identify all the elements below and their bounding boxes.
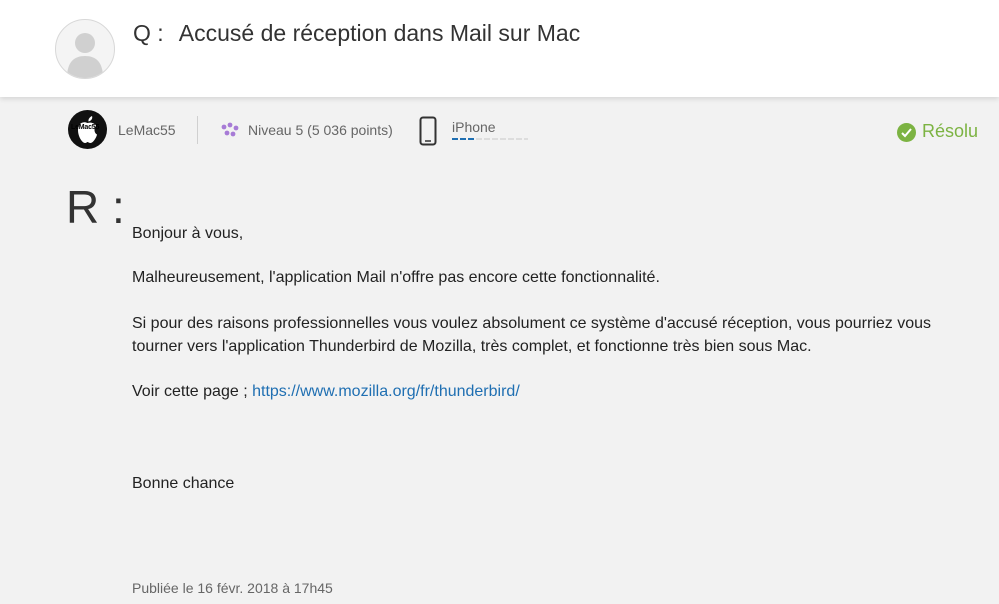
answer-closing: Bonne chance xyxy=(132,475,235,492)
level-label: Niveau 5 xyxy=(248,122,304,138)
link-intro: Voir cette page ; xyxy=(132,383,248,400)
default-user-icon xyxy=(67,33,103,78)
answer-paragraph: Si pour des raisons professionnelles vou… xyxy=(132,315,932,355)
iphone-icon xyxy=(419,116,437,146)
device-label: iPhone xyxy=(452,119,496,135)
question-header: Q : Accusé de réception dans Mail sur Ma… xyxy=(0,0,999,97)
question-prefix: Q : xyxy=(133,20,164,46)
author-name[interactable]: LeMac55 xyxy=(118,122,176,138)
thunderbird-link[interactable]: https://www.mozilla.org/fr/thunderbird/ xyxy=(252,383,520,400)
asker-avatar[interactable] xyxy=(55,19,115,79)
author-avatar[interactable]: LeMac55 xyxy=(68,110,107,149)
answer-greeting: Bonjour à vous, xyxy=(132,225,244,242)
question-title-text: Accusé de réception dans Mail sur Mac xyxy=(178,20,581,46)
resolved-label: Résolu xyxy=(922,121,979,141)
check-circle-icon xyxy=(897,123,916,142)
answer-prefix: R : xyxy=(66,181,125,233)
avatar-caption: LeMac55 xyxy=(71,124,100,131)
question-title: Q : Accusé de réception dans Mail sur Ma… xyxy=(133,20,580,47)
level-dots-icon xyxy=(221,122,239,137)
points-label: (5 036 points) xyxy=(307,122,393,138)
author-info-row: LeMac55 LeMac55 Niveau 5 (5 036 points) … xyxy=(0,110,999,150)
answer-link-paragraph: Voir cette page ; https://www.mozilla.or… xyxy=(132,380,520,403)
level-text: Niveau 5 (5 036 points) xyxy=(248,122,393,138)
device-progress-bar xyxy=(452,138,528,140)
divider xyxy=(197,116,198,144)
published-date: Publiée le 16 févr. 2018 à 17h45 xyxy=(132,580,333,596)
answer-paragraph: Malheureusement, l'application Mail n'of… xyxy=(132,269,660,286)
